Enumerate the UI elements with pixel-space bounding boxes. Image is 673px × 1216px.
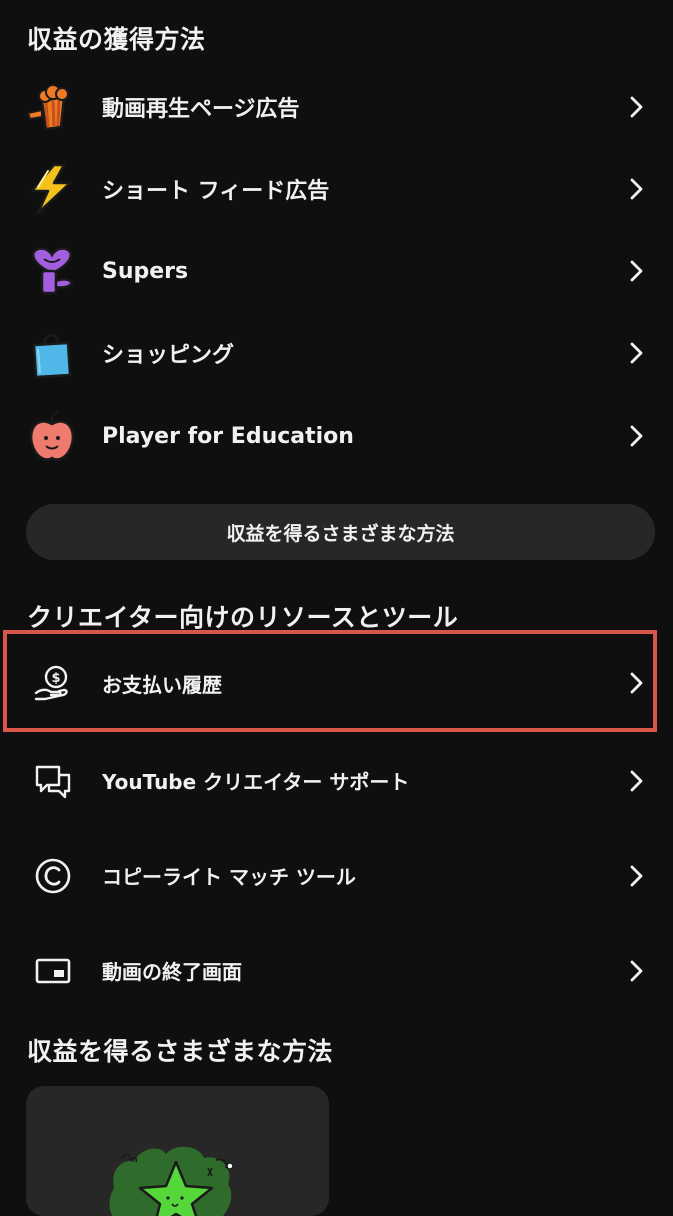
shopping-bag-icon [24,325,80,381]
resource-item-copyright-match-tool[interactable]: コピーライト マッチ ツール [0,828,673,923]
chevron-right-icon [627,341,647,365]
payment-hand-icon: $ [33,663,73,703]
section-title-ways-to-earn: 収益を得るさまざまな方法 [27,1037,334,1066]
svg-text:$: $ [51,671,60,686]
chevron-right-icon [627,95,647,119]
monetization-item-label: Player for Education [102,423,354,449]
resource-item-creator-support[interactable]: YouTube クリエイター サポート [0,733,673,828]
monetization-item-player-for-education[interactable]: Player for Education [0,395,673,477]
chevron-right-icon [627,671,647,695]
chevron-right-icon [627,177,647,201]
popcorn-icon [24,79,80,135]
monetization-item-label: 動画再生ページ広告 [102,97,300,122]
apple-icon [24,408,80,464]
lightning-bolt-icon [24,161,80,217]
more-ways-to-earn-button[interactable]: 収益を得るさまざまな方法 [26,504,655,560]
star-character-icon [104,1128,254,1216]
monetization-item-shopping[interactable]: ショッピング [0,312,673,394]
section-title-resources: クリエイター向けのリソースとツール [27,603,459,632]
chevron-right-icon [627,864,647,888]
copyright-icon [33,856,73,896]
monetization-item-shorts-feed-ads[interactable]: ショート フィード広告 [0,148,673,230]
ways-to-earn-card[interactable] [26,1086,329,1216]
end-screen-icon [33,951,73,991]
heart-sticker-icon [24,243,80,299]
chevron-right-icon [627,259,647,283]
resource-item-label: YouTube クリエイター サポート [102,770,410,794]
monetization-item-label: Supers [102,258,189,284]
resource-item-end-screens[interactable]: 動画の終了画面 [0,923,673,1018]
resource-item-payment-history[interactable]: $ お支払い履歴 [0,638,673,728]
monetization-item-label: ショッピング [102,343,235,368]
monetization-item-label: ショート フィード広告 [102,179,330,204]
chevron-right-icon [627,424,647,448]
chat-bubbles-icon [33,761,73,801]
resource-item-label: コピーライト マッチ ツール [102,865,356,889]
chevron-right-icon [627,769,647,793]
chevron-right-icon [627,959,647,983]
section-title-monetization: 収益の獲得方法 [27,25,206,54]
resource-item-label: 動画の終了画面 [102,960,242,984]
monetization-item-watch-page-ads[interactable]: 動画再生ページ広告 [0,66,673,148]
monetization-item-supers[interactable]: Supers [0,230,673,312]
resource-item-label: お支払い履歴 [102,672,222,697]
